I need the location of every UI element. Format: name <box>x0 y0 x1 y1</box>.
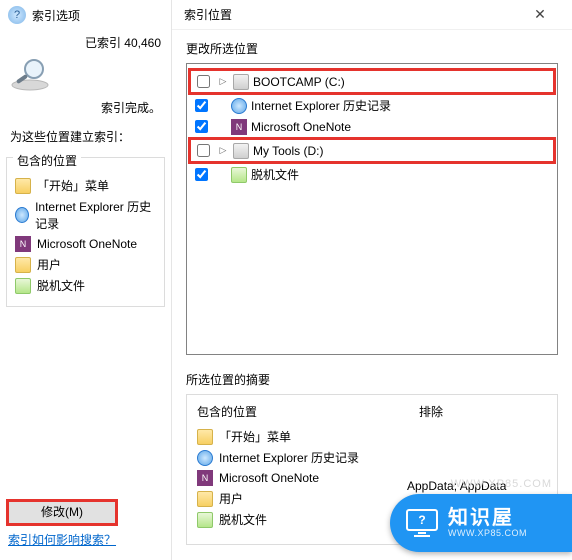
summary-item-label: Microsoft OneNote <box>219 471 319 485</box>
included-locations-label: 包含的位置 <box>13 152 81 169</box>
tree-row[interactable]: N Microsoft OneNote <box>189 116 555 137</box>
offline-files-icon <box>15 278 31 294</box>
expand-icon[interactable]: ▷ <box>217 76 229 87</box>
brand-badge[interactable]: ? 知识屋 WWW.XP85.COM <box>390 494 572 552</box>
summary-item[interactable]: Internet Explorer 历史记录 <box>197 447 359 468</box>
tree-row[interactable]: ▷ My Tools (D:) <box>191 140 553 161</box>
close-icon[interactable]: ✕ <box>520 6 560 23</box>
tree-checkbox[interactable] <box>197 75 210 88</box>
svg-text:?: ? <box>418 513 425 527</box>
item-label: 用户 <box>37 256 61 273</box>
list-item[interactable]: N Microsoft OneNote <box>15 234 156 254</box>
tree-label: BOOTCAMP (C:) <box>253 75 345 89</box>
magnifier-icon <box>8 57 52 91</box>
index-locations-dialog: 索引位置 ✕ 更改所选位置 ▷ BOOTCAMP (C:) Internet E… <box>172 0 572 560</box>
included-locations-group: 包含的位置 「开始」菜单 Internet Explorer 历史记录 N Mi… <box>6 157 165 307</box>
summary-item[interactable]: 用户 <box>197 488 359 509</box>
tree-label: My Tools (D:) <box>253 144 323 158</box>
index-options-dialog: ? 索引选项 已索引 40,460 索引完成。 为这些位置建立索引： 包含的位置… <box>0 0 172 560</box>
tree-label: Microsoft OneNote <box>251 120 351 134</box>
item-label: 「开始」菜单 <box>37 177 109 194</box>
users-folder-icon <box>15 257 31 273</box>
change-locations-label: 更改所选位置 <box>172 30 572 63</box>
ie-icon <box>197 450 213 466</box>
modify-button[interactable]: 修改(M) <box>8 501 116 524</box>
brand-name: 知识屋 <box>448 507 527 529</box>
tree-row[interactable]: ▷ BOOTCAMP (C:) <box>191 71 553 92</box>
list-item[interactable]: 用户 <box>15 254 156 275</box>
right-title: 索引位置 <box>184 6 232 23</box>
summary-item[interactable]: 「开始」菜单 <box>197 426 359 447</box>
item-label: Microsoft OneNote <box>37 237 137 251</box>
summary-item-label: Internet Explorer 历史记录 <box>219 449 359 466</box>
monitor-icon: ? <box>404 508 440 538</box>
ie-icon <box>15 207 29 223</box>
list-item[interactable]: Internet Explorer 历史记录 <box>15 196 156 234</box>
summary-label: 所选位置的摘要 <box>172 355 572 394</box>
help-link[interactable]: 索引如何影响搜索？ <box>8 533 116 547</box>
item-label: 脱机文件 <box>37 277 85 294</box>
users-folder-icon <box>197 491 213 507</box>
summary-item[interactable]: 脱机文件 <box>197 509 359 530</box>
index-status: 索引完成。 <box>0 99 171 124</box>
index-count: 已索引 40,460 <box>0 30 171 53</box>
tree-checkbox[interactable] <box>195 168 208 181</box>
folder-icon <box>197 429 213 445</box>
tree-checkbox[interactable] <box>195 120 208 133</box>
tree-label: Internet Explorer 历史记录 <box>251 97 391 114</box>
summary-item-label: 脱机文件 <box>219 511 267 528</box>
onenote-icon: N <box>15 236 31 252</box>
locations-tree[interactable]: ▷ BOOTCAMP (C:) Internet Explorer 历史记录 N… <box>186 63 558 355</box>
tree-checkbox[interactable] <box>197 144 210 157</box>
highlight-box: ▷ BOOTCAMP (C:) <box>188 68 556 95</box>
onenote-icon: N <box>197 470 213 486</box>
right-titlebar: 索引位置 ✕ <box>172 0 572 30</box>
summary-excluded-header: 排除 <box>419 403 443 420</box>
tree-checkbox[interactable] <box>195 99 208 112</box>
drive-icon <box>233 74 249 90</box>
list-item[interactable]: 脱机文件 <box>15 275 156 296</box>
help-icon: ? <box>8 6 26 24</box>
tree-row[interactable]: Internet Explorer 历史记录 <box>189 95 555 116</box>
folder-icon <box>15 178 31 194</box>
drive-icon <box>233 143 249 159</box>
tree-label: 脱机文件 <box>251 166 299 183</box>
onenote-icon: N <box>231 119 247 135</box>
watermark: WWW.XP85.COM <box>451 478 552 490</box>
tree-row[interactable]: 脱机文件 <box>189 164 555 185</box>
brand-url: WWW.XP85.COM <box>448 529 527 539</box>
left-titlebar: ? 索引选项 <box>0 0 171 30</box>
offline-files-icon <box>197 512 213 528</box>
expand-icon[interactable]: ▷ <box>217 145 229 156</box>
offline-files-icon <box>231 167 247 183</box>
item-label: Internet Explorer 历史记录 <box>35 198 156 232</box>
summary-item-label: 「开始」菜单 <box>219 428 291 445</box>
summary-item[interactable]: N Microsoft OneNote <box>197 468 359 488</box>
summary-item-label: 用户 <box>219 490 243 507</box>
ie-icon <box>231 98 247 114</box>
highlight-box: ▷ My Tools (D:) <box>188 137 556 164</box>
build-index-label: 为这些位置建立索引： <box>0 124 171 153</box>
list-item[interactable]: 「开始」菜单 <box>15 175 156 196</box>
summary-included-header: 包含的位置 <box>197 403 359 420</box>
left-title: 索引选项 <box>32 7 80 24</box>
